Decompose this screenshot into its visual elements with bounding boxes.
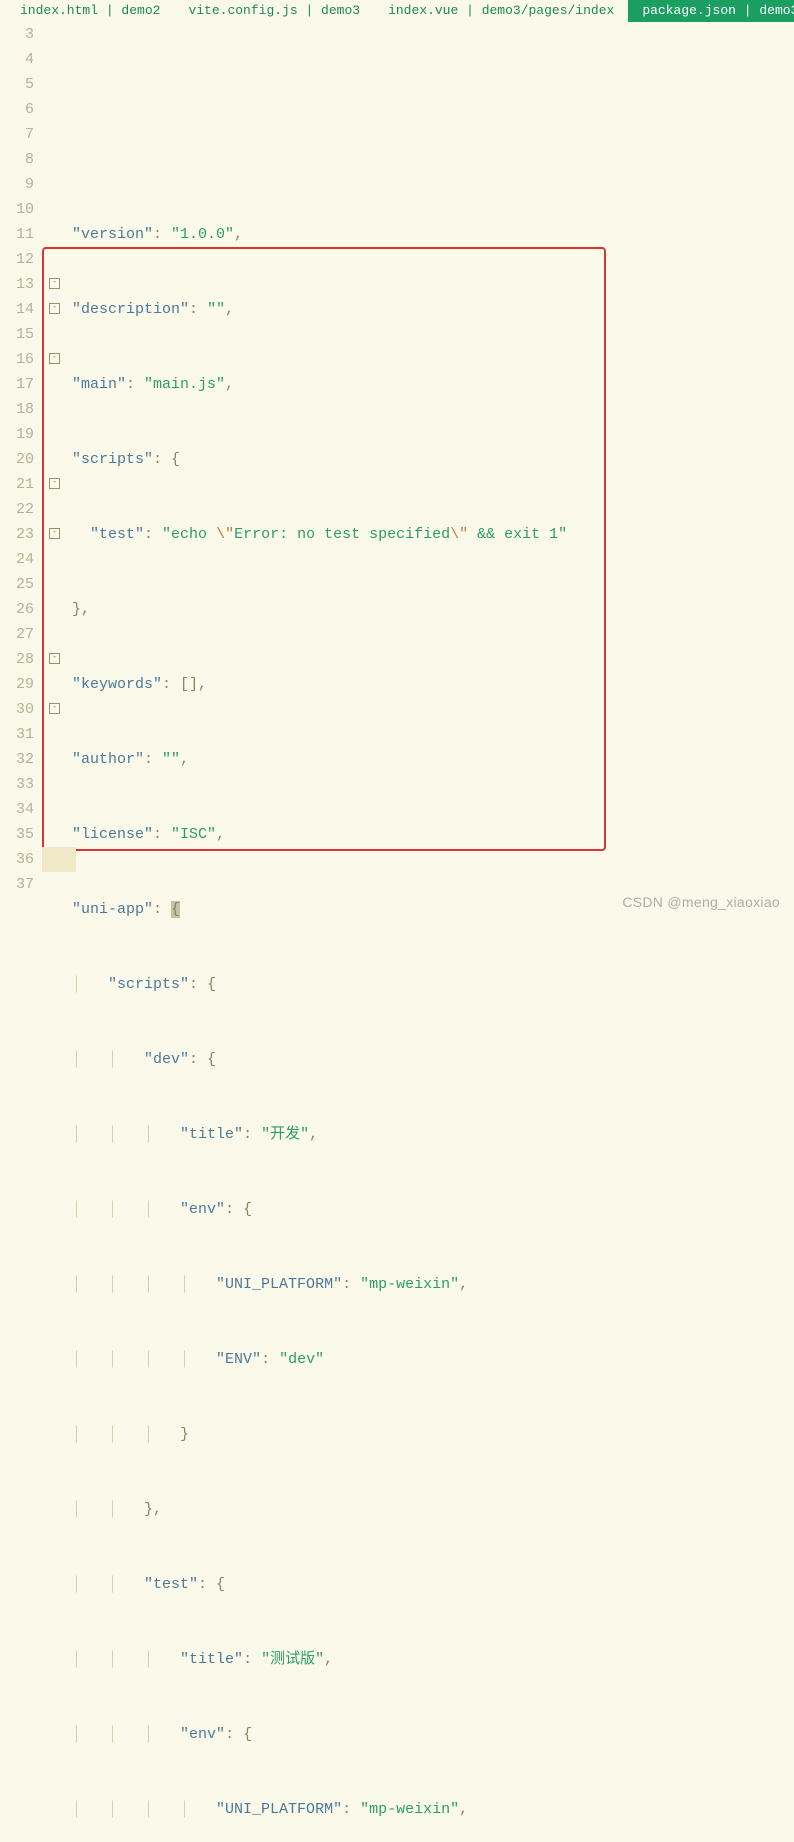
code-area[interactable]: "version": "1.0.0", "description": "", "… — [50, 22, 567, 1842]
code-editor[interactable]: 3456789101112131415161718192021222324252… — [0, 22, 794, 1842]
tab-vite-config[interactable]: vite.config.js | demo3 — [174, 0, 374, 22]
tab-index-vue[interactable]: index.vue | demo3/pages/index — [374, 0, 628, 22]
tab-package-json[interactable]: package.json | demo3 — [628, 0, 794, 22]
tab-index-html[interactable]: index.html | demo2 — [6, 0, 174, 22]
editor-tabs: index.html | demo2 vite.config.js | demo… — [0, 0, 794, 22]
fold-gutter: -------+ — [36, 22, 50, 1842]
line-number-gutter: 3456789101112131415161718192021222324252… — [0, 22, 36, 1842]
folded-region-bar — [42, 847, 76, 872]
